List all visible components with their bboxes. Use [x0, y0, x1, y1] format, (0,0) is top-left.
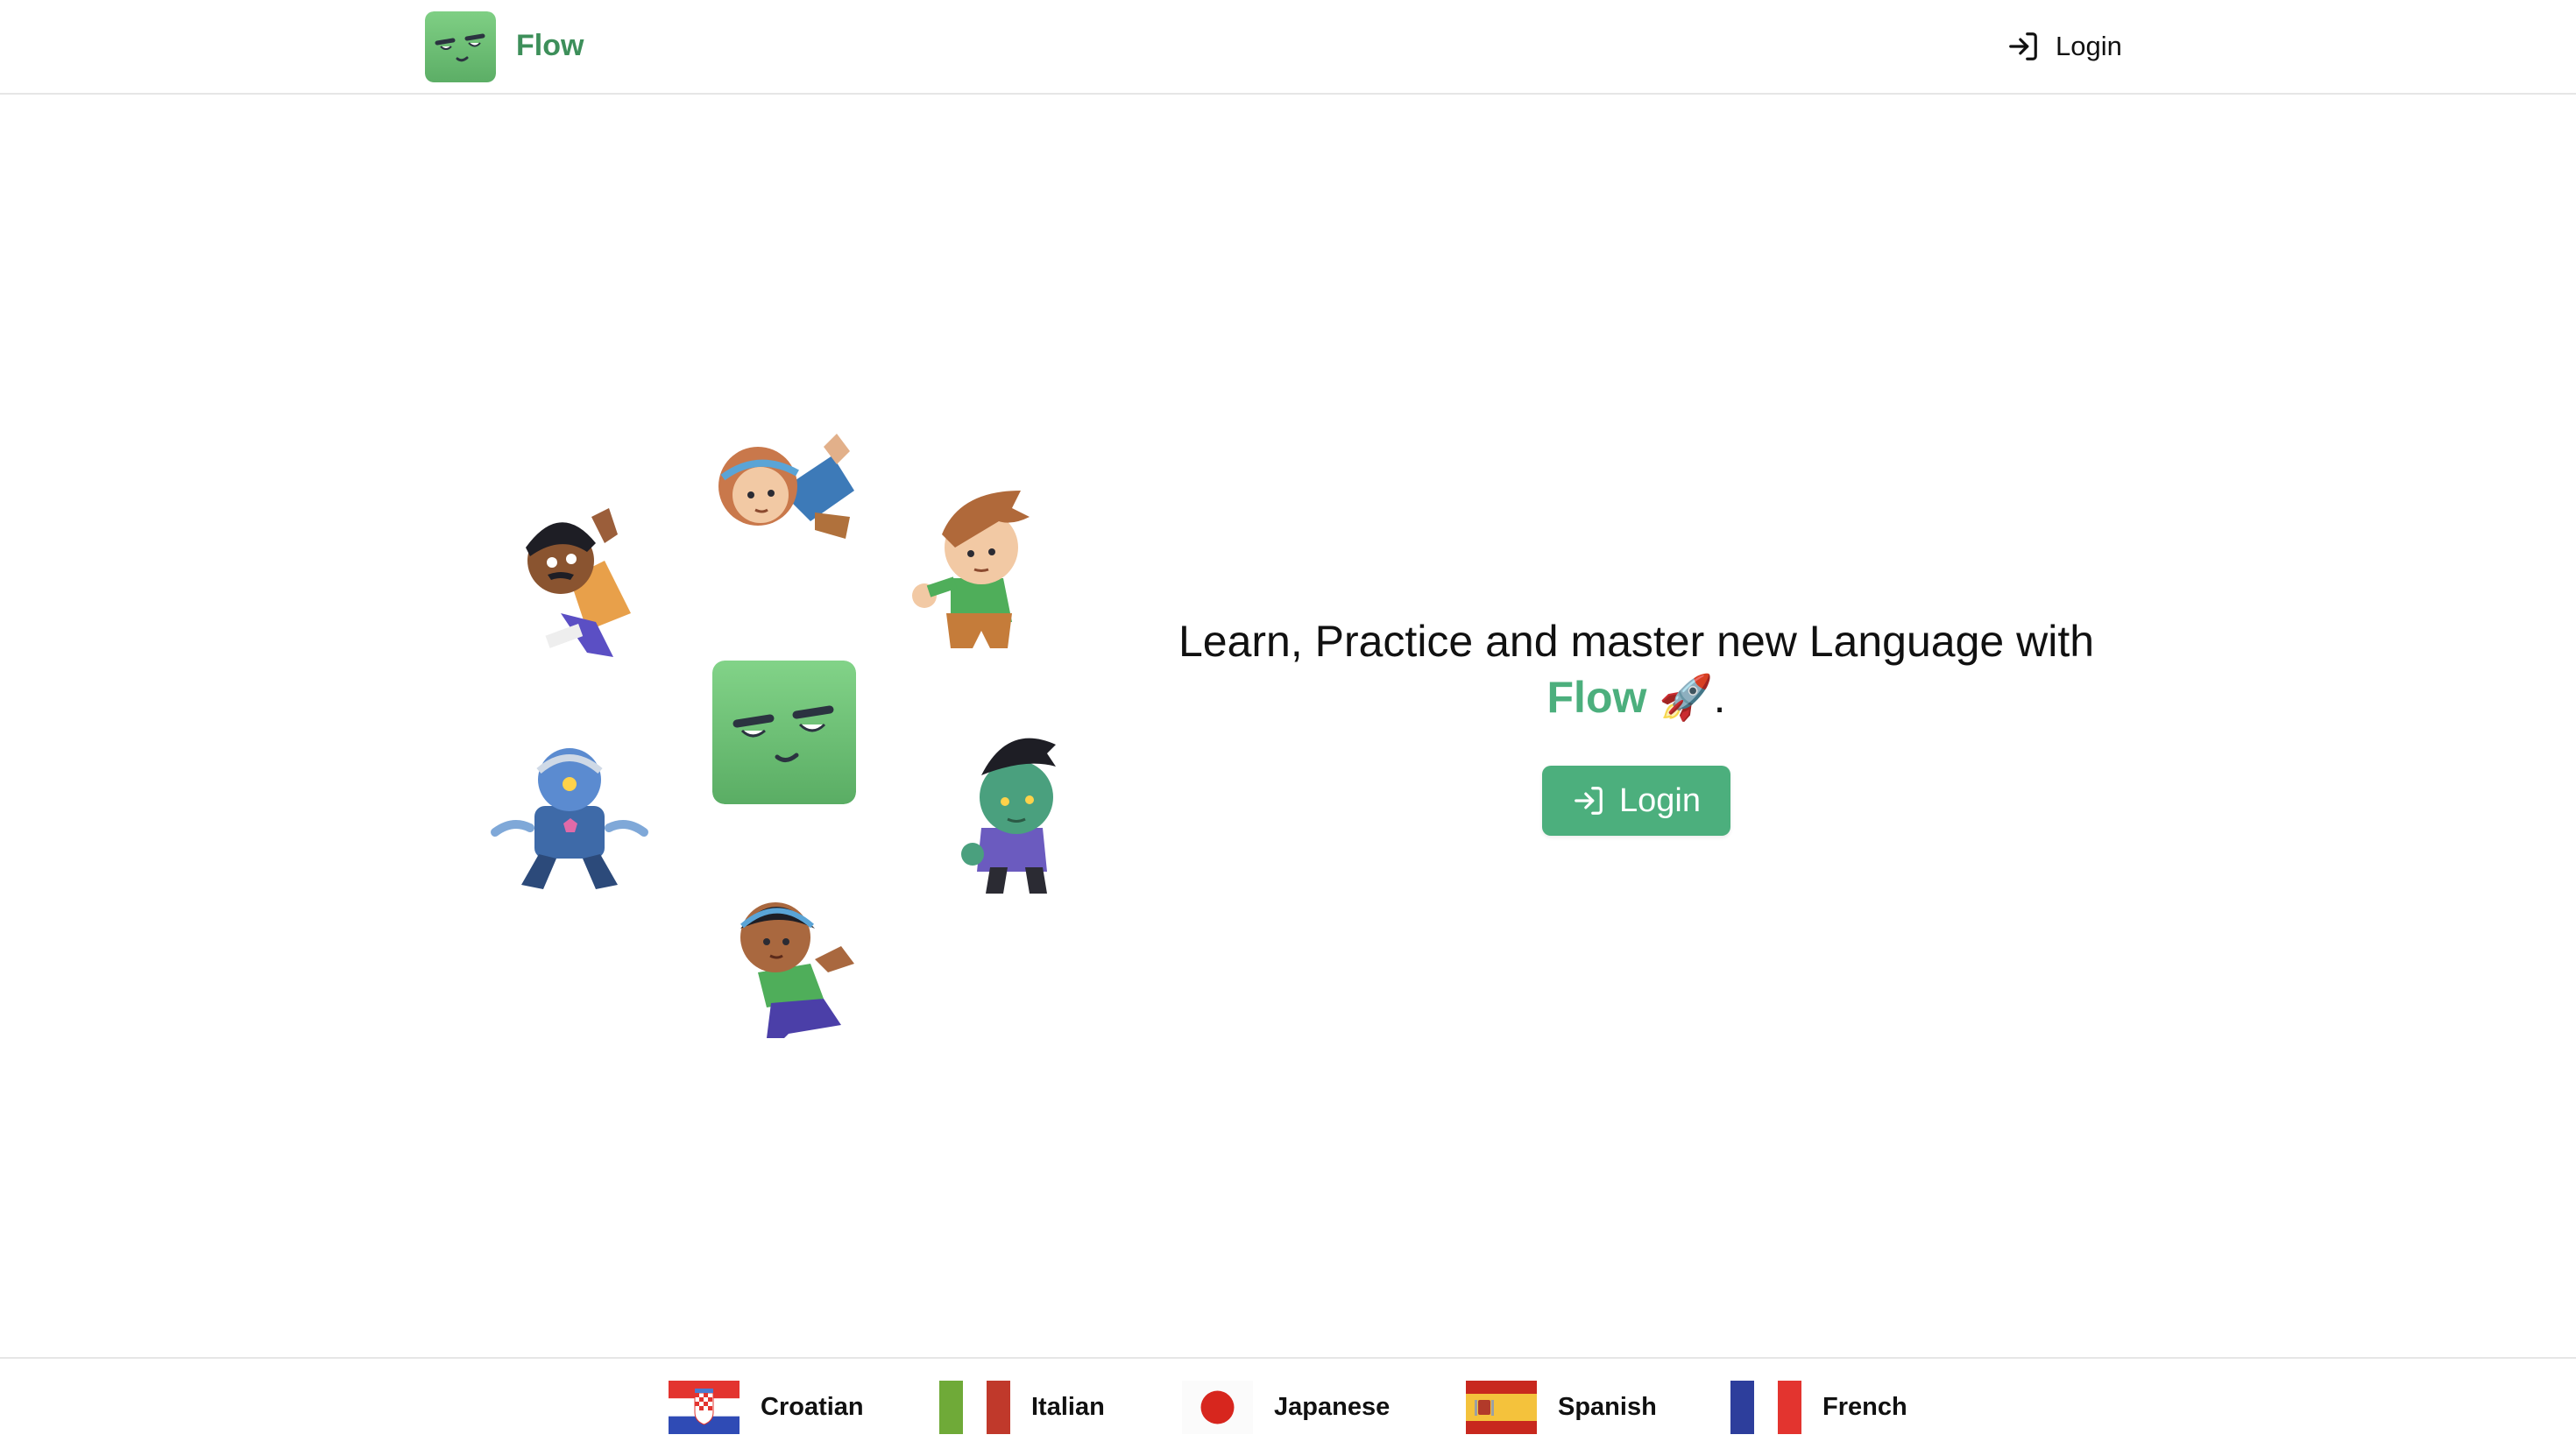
rocket-icon: 🚀	[1659, 673, 1714, 722]
italy-flag-icon	[939, 1380, 1010, 1434]
language-item-spanish[interactable]: Spanish	[1466, 1379, 1657, 1435]
language-name-japanese: Japanese	[1274, 1392, 1391, 1421]
croatia-flag-icon	[669, 1380, 740, 1434]
hero-headline-line1: Learn, Practice and master new Language …	[1178, 617, 2095, 666]
flow-mascot-icon	[712, 661, 856, 804]
language-name-french: French	[1822, 1392, 1907, 1421]
header-login-label: Login	[2056, 31, 2122, 61]
character-zombie-illustration	[961, 738, 1056, 894]
language-item-italian[interactable]: Italian	[939, 1379, 1105, 1435]
hero-login-label: Login	[1619, 781, 1701, 819]
hero-flow-word: Flow	[1546, 673, 1647, 722]
language-name-croatian: Croatian	[761, 1392, 864, 1421]
character-girl-headband-illustration	[718, 434, 854, 539]
hero-headline-line2: Flow 🚀.	[1139, 669, 2134, 725]
spain-flag-icon	[1466, 1380, 1537, 1434]
language-name-spanish: Spanish	[1558, 1392, 1657, 1421]
brand-name[interactable]: Flow	[516, 26, 584, 65]
hero-headline: Learn, Practice and master new Language …	[1139, 613, 2134, 725]
character-boy-green-shirt-illustration	[912, 491, 1030, 648]
language-item-croatian[interactable]: Croatian	[669, 1379, 864, 1435]
language-item-japanese[interactable]: Japanese	[1182, 1379, 1390, 1435]
flow-logo-icon[interactable]	[425, 11, 496, 82]
character-robot-illustration	[491, 748, 648, 889]
top-navbar: Flow Login	[0, 0, 2576, 95]
character-girl-green-shirt-illustration	[740, 902, 854, 1038]
hero-login-button[interactable]: Login	[1542, 766, 1730, 836]
login-icon	[2009, 32, 2037, 60]
france-flag-icon	[1730, 1380, 1801, 1434]
hero-headline-period: .	[1713, 673, 1726, 722]
language-name-italian: Italian	[1031, 1392, 1105, 1421]
character-man-mustache-illustration	[526, 508, 631, 657]
header-login-button[interactable]: Login	[2006, 25, 2122, 68]
language-item-french[interactable]: French	[1730, 1379, 1907, 1435]
login-icon	[1575, 787, 1603, 815]
japan-flag-icon	[1182, 1380, 1253, 1434]
